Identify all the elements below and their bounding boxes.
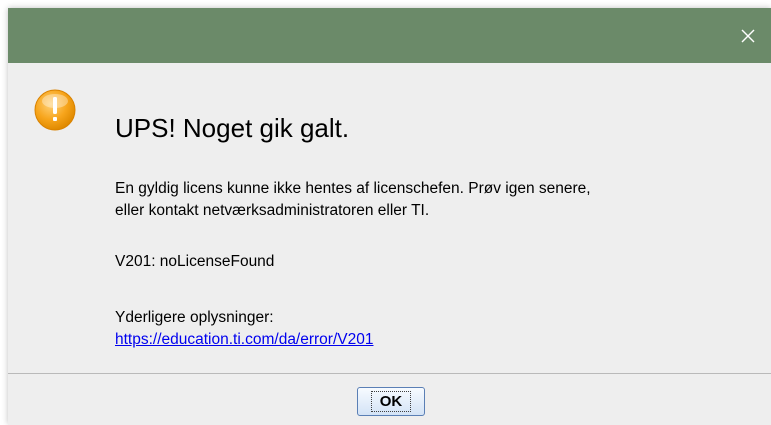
dialog-footer: OK	[8, 373, 771, 425]
dialog-heading: UPS! Noget gik galt.	[115, 113, 350, 143]
error-message-line1: En gyldig licens kunne ikke hentes af li…	[115, 180, 591, 197]
close-button[interactable]	[725, 8, 771, 63]
error-code: V201: noLicenseFound	[115, 253, 275, 270]
ok-button[interactable]: OK	[357, 387, 425, 416]
dialog-body: UPS! Noget gik galt. En gyldig licens ku…	[8, 63, 771, 373]
error-message-line2: eller kontakt netværksadministratoren el…	[115, 202, 430, 219]
dialog-titlebar[interactable]	[8, 8, 771, 63]
error-dialog: UPS! Noget gik galt. En gyldig licens ku…	[8, 8, 771, 425]
close-icon	[741, 29, 755, 42]
more-info-link[interactable]: https://education.ti.com/da/error/V201	[115, 329, 373, 350]
more-info-label: Yderligere oplysninger:	[115, 309, 274, 326]
warning-icon	[34, 89, 76, 131]
ok-button-label: OK	[370, 391, 412, 412]
